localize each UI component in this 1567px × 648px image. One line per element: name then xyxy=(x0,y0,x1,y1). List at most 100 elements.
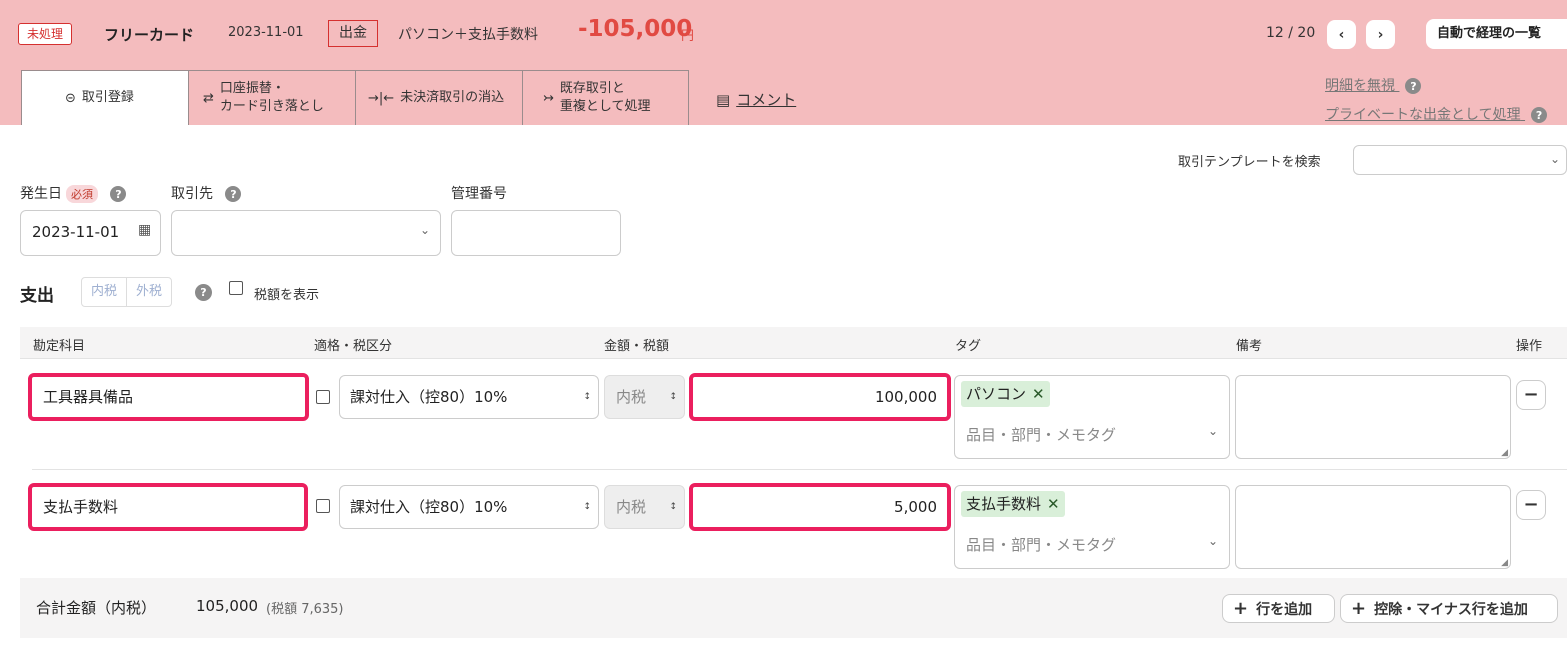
remove-row-button[interactable]: − xyxy=(1516,490,1546,520)
tax-mode-exclusive[interactable]: 外税 xyxy=(126,278,171,306)
chevron-down-icon: ⌄ xyxy=(419,223,430,237)
comment-icon: ▤ xyxy=(716,91,731,109)
remove-row-button[interactable]: − xyxy=(1516,380,1546,410)
merge-icon: ↣ xyxy=(543,90,554,106)
chevron-down-icon: ⌄ xyxy=(1207,534,1218,548)
tax-category-value: 課対仕入（控80）10% xyxy=(350,498,508,516)
prev-button[interactable]: ‹ xyxy=(1327,20,1356,49)
add-row-button[interactable]: + 行を追加 xyxy=(1222,594,1335,623)
plus-icon: + xyxy=(1351,598,1367,619)
date-label: 発生日 必須 ? xyxy=(20,183,127,203)
help-icon[interactable]: ? xyxy=(1405,78,1422,94)
transaction-header: 未処理 フリーカード 2023-11-01 出金 パソコン＋支払手数料 -105… xyxy=(0,0,1567,125)
management-number-input[interactable] xyxy=(451,210,621,256)
management-number-label: 管理番号 xyxy=(451,186,507,202)
tax-category-value: 課対仕入（控80）10% xyxy=(350,388,508,406)
help-icon[interactable]: ? xyxy=(195,284,212,301)
tag-placeholder: 品目・部門・メモタグ xyxy=(966,426,1117,444)
tab-label-line2: 重複として処理 xyxy=(559,99,651,114)
qualified-checkbox[interactable] xyxy=(316,499,330,513)
ignore-link[interactable]: 明細を無視 ? xyxy=(1325,75,1422,95)
tab-settle[interactable]: →|← 未決済取引の消込 xyxy=(355,70,523,125)
tab-transfer[interactable]: ⇄ 口座振替・ カード引き落とし xyxy=(188,70,356,125)
private-expense-link[interactable]: プライベートな出金として処理 ? xyxy=(1325,104,1548,124)
partner-label-text: 取引先 xyxy=(171,186,213,202)
show-tax-label: 税額を表示 xyxy=(254,288,320,303)
column-header: 備考 xyxy=(1236,339,1263,354)
add-minus-row-label: 控除・マイナス行を追加 xyxy=(1374,602,1528,618)
memo-textarea[interactable]: ◢ xyxy=(1235,375,1511,459)
comment-label: コメント xyxy=(736,91,797,109)
private-label: プライベートな出金として処理 xyxy=(1325,107,1521,123)
tax-inclusion-select[interactable]: 内税 ↕ xyxy=(604,485,685,529)
section-title: 支出 xyxy=(20,286,54,306)
memo-textarea[interactable]: ◢ xyxy=(1235,485,1511,569)
add-row-label: 行を追加 xyxy=(1256,602,1313,618)
transaction-description: パソコン＋支払手数料 xyxy=(398,27,538,43)
help-icon[interactable]: ? xyxy=(110,186,127,202)
currency-unit: 円 xyxy=(681,29,695,44)
show-tax-checkbox[interactable] xyxy=(229,281,243,295)
transaction-date: 2023-11-01 xyxy=(228,25,304,40)
tax-category-select[interactable]: 課対仕入（控80）10% ↕ xyxy=(339,375,599,419)
minus-circle-icon: ⊝ xyxy=(65,90,76,106)
updown-icon: ↕ xyxy=(583,392,591,402)
tag-label: パソコン xyxy=(966,385,1027,403)
chevron-right-icon: › xyxy=(1377,26,1384,43)
tag-label: 支払手数料 xyxy=(966,495,1042,513)
partner-label: 取引先 ? xyxy=(171,183,242,203)
ignore-label: 明細を無視 xyxy=(1325,78,1395,94)
template-search-label: 取引テンプレートを検索 xyxy=(1178,155,1321,170)
calendar-icon[interactable]: ▦ xyxy=(138,222,151,238)
partner-select[interactable]: ⌄ xyxy=(171,210,441,256)
comment-link[interactable]: ▤ コメント xyxy=(716,89,796,110)
tab-register[interactable]: ⊝ 取引登録 xyxy=(21,70,189,125)
updown-icon: ↕ xyxy=(669,502,677,512)
tax-inclusion-value: 内税 xyxy=(616,388,647,406)
plus-icon: + xyxy=(1233,598,1249,619)
tag-placeholder: 品目・部門・メモタグ xyxy=(966,536,1117,554)
template-search-select[interactable]: ⌄ xyxy=(1353,145,1567,175)
add-minus-row-button[interactable]: + 控除・マイナス行を追加 xyxy=(1340,594,1558,623)
tax-mode-inclusive[interactable]: 内税 xyxy=(82,278,126,306)
amount-input[interactable]: 100,000 xyxy=(689,373,951,421)
date-input[interactable]: 2023-11-01 ▦ xyxy=(20,210,161,256)
required-badge: 必須 xyxy=(66,185,98,203)
pager-count: 12 / 20 xyxy=(1266,25,1316,41)
tab-duplicate[interactable]: ↣ 既存取引と 重複として処理 xyxy=(522,70,689,125)
tag-chip: パソコン ✕ xyxy=(961,381,1050,407)
help-icon[interactable]: ? xyxy=(1531,107,1548,123)
close-icon[interactable]: ✕ xyxy=(1047,495,1060,513)
date-value: 2023-11-01 xyxy=(32,223,120,241)
tab-label: 取引登録 xyxy=(81,90,134,106)
tax-category-select[interactable]: 課対仕入（控80）10% ↕ xyxy=(339,485,599,529)
column-header: 操作 xyxy=(1516,339,1543,354)
chevron-down-icon: ⌄ xyxy=(1207,424,1218,438)
table-header xyxy=(20,327,1567,359)
amount-input[interactable]: 5,000 xyxy=(689,483,951,531)
tag-select[interactable]: 支払手数料 ✕ 品目・部門・メモタグ ⌄ xyxy=(954,485,1230,569)
close-icon[interactable]: ✕ xyxy=(1032,385,1045,403)
tab-label: 口座振替・カード引き落とし xyxy=(220,80,324,115)
date-label-text: 発生日 xyxy=(20,186,62,202)
account-input[interactable]: 工具器具備品 xyxy=(28,373,309,421)
chevron-down-icon: ⌄ xyxy=(1549,152,1560,166)
tax-inclusion-select[interactable]: 内税 ↕ xyxy=(604,375,685,419)
resize-handle-icon[interactable]: ◢ xyxy=(1501,558,1508,568)
help-icon[interactable]: ? xyxy=(225,186,242,202)
account-input[interactable]: 支払手数料 xyxy=(28,483,308,531)
tax-inclusion-value: 内税 xyxy=(616,498,647,516)
minus-icon: − xyxy=(1523,384,1539,405)
total-label: 合計金額（内税） xyxy=(36,599,157,617)
updown-icon: ↕ xyxy=(669,392,677,402)
column-header: 適格・税区分 xyxy=(314,339,393,354)
total-tax: (税額 7,635) xyxy=(266,602,344,617)
next-button[interactable]: › xyxy=(1366,20,1395,49)
tax-mode-toggle[interactable]: 内税 外税 xyxy=(81,277,173,307)
tab-label-line2: カード引き落とし xyxy=(219,99,324,114)
auto-list-button[interactable]: 自動で経理の一覧 xyxy=(1426,19,1567,49)
tag-select[interactable]: パソコン ✕ 品目・部門・メモタグ ⌄ xyxy=(954,375,1230,459)
tab-label-line1: 口座振替・ xyxy=(219,81,285,97)
resize-handle-icon[interactable]: ◢ xyxy=(1501,448,1508,458)
qualified-checkbox[interactable] xyxy=(316,390,330,404)
